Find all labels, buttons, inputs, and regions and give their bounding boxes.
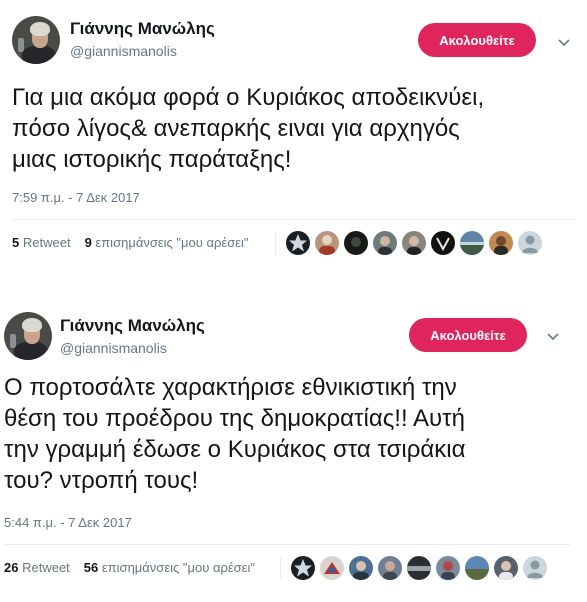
retweet-count: 26	[4, 560, 19, 575]
divider	[12, 219, 575, 220]
chevron-down-icon[interactable]	[556, 35, 572, 51]
default-avatar[interactable]	[523, 556, 547, 580]
stats-separator	[280, 557, 281, 579]
divider	[4, 544, 570, 545]
author-handle[interactable]: @giannismanolis	[70, 43, 177, 59]
photo-avatar[interactable]	[349, 556, 373, 580]
photo-avatar[interactable]	[436, 556, 460, 580]
author-handle[interactable]: @giannismanolis	[60, 340, 167, 356]
author-avatar[interactable]	[12, 16, 60, 64]
tweet-timestamp[interactable]: 7:59 π.μ. - 7 Δεκ 2017	[12, 190, 140, 205]
tweet-text-line: Για μια ακόμα φορά ο Κυριάκος αποδεικνύε…	[12, 84, 485, 111]
tweet-text-line: θέση του προέδρου της δημοκρατίας!! Αυτή	[4, 405, 465, 432]
tweet-text: Για μια ακόμα φορά ο Κυριάκος αποδεικνύε…	[12, 82, 484, 175]
tweet-stats: 5 Retweet 9 επισημάνσεις "μου αρέσει"	[12, 235, 249, 250]
tweet-timestamp[interactable]: 5:44 π.μ. - 7 Δεκ 2017	[4, 515, 132, 530]
liker-avatars	[286, 231, 542, 255]
photo-avatar[interactable]	[402, 231, 426, 255]
photo-avatar[interactable]	[489, 231, 513, 255]
star-avatar[interactable]	[286, 231, 310, 255]
like-label: επισημάνσεις "μου αρέσει"	[101, 560, 255, 575]
retweet-label: Retweet	[22, 235, 71, 250]
photo-avatar[interactable]	[407, 556, 431, 580]
photo-avatar[interactable]	[378, 556, 402, 580]
tweet-text: Ο πορτοσάλτε χαρακτήρισε εθνικιστική την…	[4, 372, 465, 496]
liker-avatars	[291, 556, 547, 580]
tweet-stats: 26 Retweet 56 επισημάνσεις "μου αρέσει"	[4, 560, 255, 575]
tweet-text-line: μιας ιστορικής παράταξης!	[12, 146, 292, 173]
chevron-down-icon[interactable]	[545, 329, 561, 345]
following-button[interactable]: Ακολουθείτε	[409, 318, 527, 352]
photo-avatar[interactable]	[344, 231, 368, 255]
like-count: 56	[83, 560, 99, 575]
tweet-text-line: του? ντροπή τους!	[4, 467, 199, 494]
tweet-card: Γιάννης Μανώλης @giannismanolis Ακολουθε…	[0, 0, 587, 282]
like-label: επισημάνσεις "μου αρέσει"	[95, 235, 249, 250]
stats-separator	[275, 232, 276, 254]
photo-avatar[interactable]	[460, 231, 484, 255]
like-count: 9	[84, 235, 92, 250]
tweet-card: Γιάννης Μανώλης @giannismanolis Ακολουθε…	[0, 296, 587, 602]
retweet-stat[interactable]: 5 Retweet	[12, 235, 71, 250]
retweet-stat[interactable]: 26 Retweet	[4, 560, 70, 575]
star-avatar[interactable]	[291, 556, 315, 580]
author-name[interactable]: Γιάννης Μανώλης	[60, 316, 205, 336]
photo-avatar[interactable]	[320, 556, 344, 580]
author-avatar[interactable]	[4, 312, 52, 360]
following-button[interactable]: Ακολουθείτε	[418, 23, 536, 57]
photo-avatar[interactable]	[494, 556, 518, 580]
photo-avatar[interactable]	[373, 231, 397, 255]
like-stat[interactable]: 56 επισημάνσεις "μου αρέσει"	[84, 560, 255, 575]
tweet-text-line: Ο πορτοσάλτε χαρακτήρισε εθνικιστική την	[4, 374, 457, 401]
tweet-text-line: πόσο λίγος& ανεπαρκής ειναι για αρχηγός	[12, 115, 460, 142]
photo-avatar[interactable]	[315, 231, 339, 255]
author-name[interactable]: Γιάννης Μανώλης	[70, 19, 215, 39]
photo-avatar[interactable]	[465, 556, 489, 580]
like-stat[interactable]: 9 επισημάνσεις "μου αρέσει"	[85, 235, 249, 250]
retweet-count: 5	[12, 235, 20, 250]
retweet-label: Retweet	[22, 560, 70, 575]
default-avatar[interactable]	[518, 231, 542, 255]
photo-avatar[interactable]	[431, 231, 455, 255]
tweet-text-line: την γραμμή έδωσε ο Κυριάκος στα τσιράκια	[4, 436, 466, 463]
